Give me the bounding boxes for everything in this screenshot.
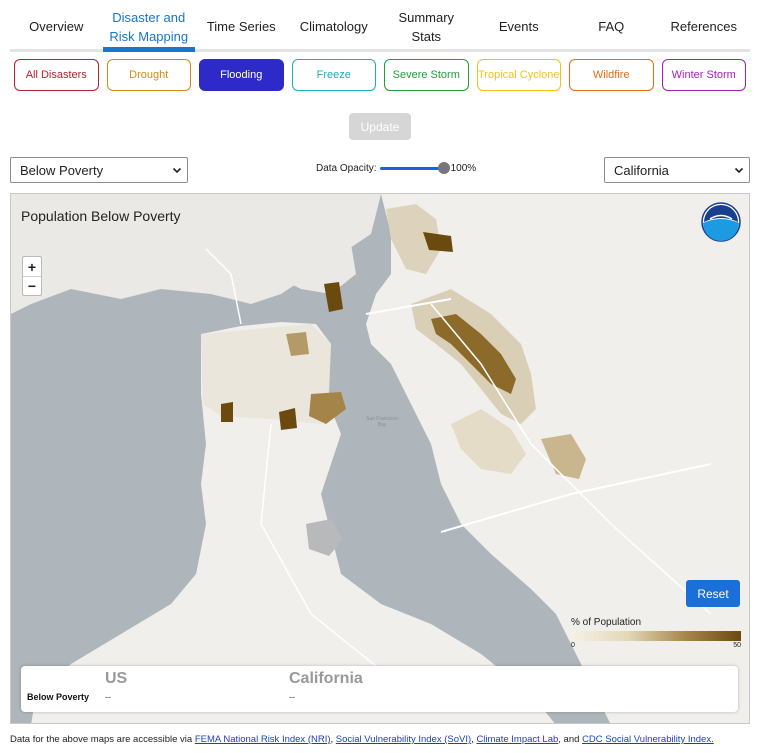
update-button[interactable]: Update (349, 113, 411, 140)
severe-storm-button[interactable]: Severe Storm (384, 59, 469, 91)
chevron-down-icon (734, 167, 744, 174)
main-nav: Overview Disaster and Risk Mapping Time … (10, 0, 750, 52)
footer-note: Data for the above maps are accessible v… (10, 734, 714, 745)
wildfire-button[interactable]: Wildfire (569, 59, 654, 91)
zoom-in-button[interactable]: + (23, 257, 41, 276)
opacity-label: Data Opacity: (316, 162, 377, 174)
link-cdc-svi[interactable]: CDC Social Vulnerability Index. (582, 734, 714, 745)
stats-us-heading: US (105, 670, 128, 687)
flooding-button[interactable]: Flooding (199, 59, 284, 91)
link-sovi[interactable]: Social Vulnerability Index (SoVI) (336, 734, 471, 745)
map-title: Population Below Poverty (21, 208, 181, 224)
tracts-sf-west (221, 402, 233, 422)
opacity-slider-thumb[interactable] (437, 162, 450, 174)
zoom-out-button[interactable]: − (23, 276, 41, 295)
region-select-value: California (614, 162, 669, 178)
reset-button[interactable]: Reset (686, 580, 740, 607)
footer-prefix: Data for the above maps are accessible v… (10, 734, 195, 745)
stats-us-value: -- (105, 692, 111, 702)
tab-time-series[interactable]: Time Series (195, 0, 288, 49)
stats-california-value: -- (289, 692, 295, 702)
map-legend: % of Population 0 50 (571, 617, 741, 651)
data-opacity-control: Data Opacity: 100% (316, 159, 476, 177)
map-panel[interactable]: San Francisco Bay Population Below Pover… (10, 193, 750, 724)
all-disasters-button[interactable]: All Disasters (14, 59, 99, 91)
legend-title: % of Population (571, 617, 642, 628)
tab-events[interactable]: Events (473, 0, 566, 49)
footer-sep3: , and (558, 734, 583, 745)
stats-row-label: Below Poverty (27, 692, 90, 702)
tropical-cyclone-button[interactable]: Tropical Cyclone (476, 59, 561, 91)
bay-label: San Francisco Bay (366, 416, 398, 428)
opacity-value: 100% (450, 162, 477, 174)
noaa-logo-icon (701, 202, 741, 242)
tab-climatology[interactable]: Climatology (288, 0, 381, 49)
tab-summary-stats-label: Summary Stats (398, 9, 455, 44)
stats-california-heading: California (289, 670, 363, 687)
tab-summary-stats[interactable]: Summary Stats (380, 0, 473, 49)
legend-ticks: 0 50 (571, 641, 741, 651)
variable-select-value: Below Poverty (20, 162, 104, 178)
winter-storm-button[interactable]: Winter Storm (661, 59, 746, 91)
tab-disaster-risk-mapping[interactable]: Disaster and Risk Mapping (102, 0, 196, 52)
opacity-slider[interactable] (379, 161, 450, 175)
tab-disaster-risk-mapping-label: Disaster and Risk Mapping (109, 9, 189, 44)
freeze-button[interactable]: Freeze (291, 59, 376, 91)
drought-button[interactable]: Drought (106, 59, 191, 91)
chevron-down-icon (172, 167, 182, 174)
link-fema-nri[interactable]: FEMA National Risk Index (NRI) (195, 734, 331, 745)
link-climate-impact-lab[interactable]: Climate Impact Lab (476, 734, 558, 745)
tab-references[interactable]: References (658, 0, 751, 49)
variable-select[interactable]: Below Poverty (10, 157, 188, 183)
legend-max-label: 50 (733, 642, 741, 649)
legend-min-label: 0 (571, 642, 575, 649)
bay-label-line2: Bay (377, 422, 387, 428)
tab-overview[interactable]: Overview (10, 0, 103, 49)
region-select[interactable]: California (604, 157, 750, 183)
legend-color-ramp (571, 631, 741, 641)
disaster-type-buttons: All Disasters Drought Flooding Freeze Se… (14, 59, 746, 91)
tab-faq[interactable]: FAQ (565, 0, 658, 49)
stats-panel: US California Below Poverty -- -- (21, 666, 738, 712)
zoom-control: + − (22, 256, 42, 296)
